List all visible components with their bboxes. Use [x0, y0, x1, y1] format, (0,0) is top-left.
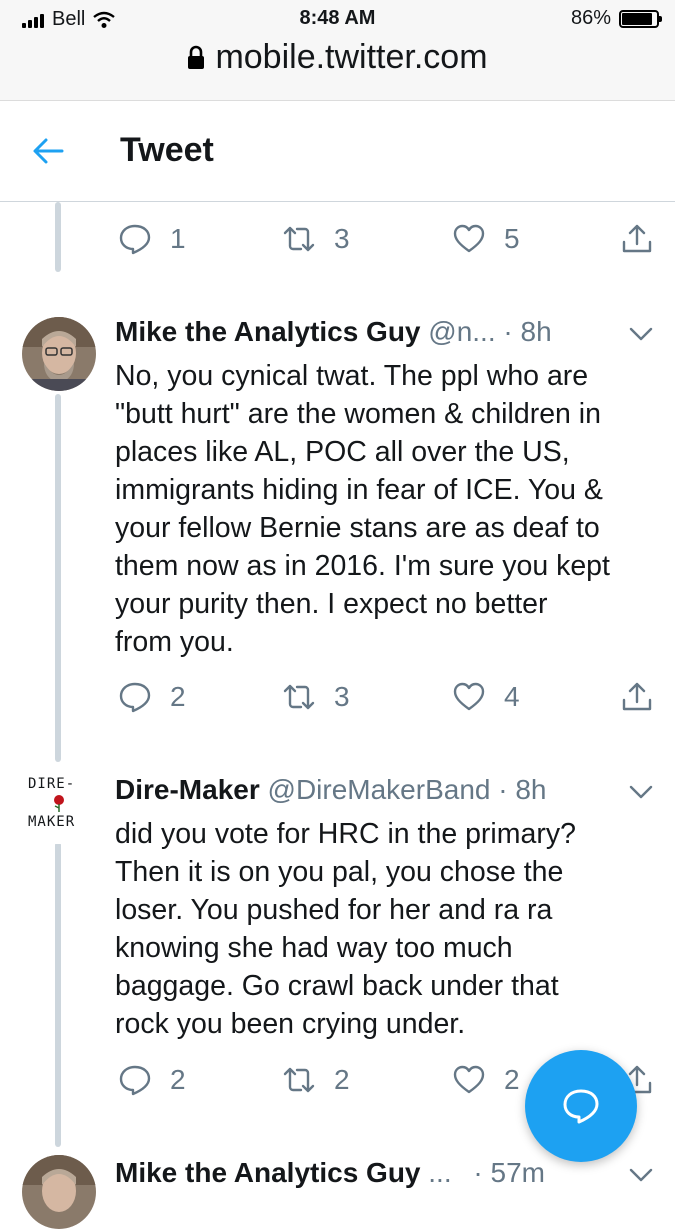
tweet-text-line: Then it is on you pal, you chose the [115, 856, 564, 888]
retweet-count: 2 [334, 1064, 350, 1095]
user-handle[interactable]: @DireMakerBand [268, 774, 491, 805]
comment-icon [119, 682, 151, 713]
heart-icon [453, 682, 485, 711]
status-bar: Bell 8:48 AM 86% mobile.twitter.com [0, 0, 675, 101]
reply-button[interactable]: 1 [118, 222, 186, 256]
tweet-text-line: your fellow Bernie stans are as deaf to [115, 512, 600, 544]
avatar[interactable]: DIRE- MAKER [22, 770, 96, 844]
tweet-text-line: did you vote for HRC in the primary? [115, 818, 576, 850]
rose-icon [54, 795, 64, 812]
tweet-time[interactable]: · 8h [503, 316, 551, 347]
reply-count: 2 [170, 1064, 186, 1095]
display-name[interactable]: Mike the Analytics Guy [115, 1157, 421, 1188]
retweet-count: 3 [334, 223, 350, 254]
thread-line [55, 202, 61, 272]
url-bar[interactable]: mobile.twitter.com [0, 38, 675, 77]
tweet-text-line: from you. [115, 626, 234, 658]
chevron-down-icon[interactable] [629, 327, 653, 341]
tweet-header: Dire-Maker @DireMakerBand · 8h [115, 774, 665, 806]
tweet-text-line: them now as in 2016. I'm sure you kept [115, 550, 610, 582]
compose-reply-icon [563, 1089, 599, 1124]
avatar[interactable] [22, 317, 96, 391]
tweet-text-line: No, you cynical twat. The ppl who are [115, 360, 589, 392]
share-icon [622, 682, 652, 711]
tweet-text-line: your purity then. I expect no better [115, 588, 548, 620]
chevron-down-icon[interactable] [629, 1168, 653, 1182]
user-handle[interactable]: @n... [428, 316, 495, 347]
chevron-down-icon[interactable] [629, 785, 653, 799]
like-button[interactable]: 5 [452, 222, 520, 256]
battery-icon [619, 9, 662, 28]
like-count: 2 [504, 1064, 520, 1095]
comment-icon [119, 1065, 151, 1096]
tweet-text-line: rock you been crying under. [115, 1008, 466, 1040]
share-button[interactable] [620, 680, 654, 714]
retweet-button[interactable]: 2 [282, 1063, 350, 1097]
tweet-time[interactable]: · 57m [473, 1157, 545, 1188]
reply-count: 2 [170, 681, 186, 712]
tweet-text-line: baggage. Go crawl back under that [115, 970, 559, 1002]
heart-icon [453, 1065, 485, 1094]
reply-count: 1 [170, 223, 186, 254]
retweet-button[interactable]: 3 [282, 222, 350, 256]
tweet-text-line: knowing she had way too much [115, 932, 513, 964]
avatar[interactable] [22, 1155, 96, 1229]
retweet-icon [283, 1067, 315, 1093]
page-title: Tweet [120, 131, 214, 169]
battery-percent: 86% [570, 7, 611, 29]
reply-button[interactable]: 2 [118, 680, 186, 714]
like-button[interactable]: 4 [452, 680, 520, 714]
tweet-text: did you vote for HRC in the primary? The… [115, 815, 660, 1043]
retweet-button[interactable]: 3 [282, 680, 350, 714]
retweet-icon [283, 226, 315, 252]
retweet-count: 3 [334, 681, 350, 712]
display-name[interactable]: Dire-Maker [115, 774, 260, 805]
like-count: 4 [504, 681, 520, 712]
avatar-logo-top: DIRE- [28, 776, 76, 792]
profile-photo [22, 1155, 96, 1229]
arrow-left-icon[interactable] [30, 133, 66, 169]
page-header: Tweet [0, 101, 675, 202]
user-handle[interactable]: ... [428, 1157, 451, 1188]
tweet-header: Mike the Analytics Guy @n... · 8h [115, 316, 665, 348]
compose-reply-button[interactable] [525, 1050, 637, 1162]
comment-icon [119, 224, 151, 255]
tweet-time[interactable]: · 8h [498, 774, 546, 805]
lock-icon [188, 45, 205, 69]
reply-button[interactable]: 2 [118, 1063, 186, 1097]
retweet-icon [283, 684, 315, 710]
tweet-text-line: loser. You pushed for her and ra ra [115, 894, 553, 926]
share-button[interactable] [620, 222, 654, 256]
heart-icon [453, 224, 485, 253]
thread-line [55, 842, 61, 1147]
display-name[interactable]: Mike the Analytics Guy [115, 316, 421, 347]
avatar-logo-bottom: MAKER [28, 814, 76, 830]
like-button[interactable]: 2 [452, 1063, 520, 1097]
tweet-text: No, you cynical twat. The ppl who are "b… [115, 357, 660, 661]
tweet-text-line: immigrants hiding in fear of ICE. You & [115, 474, 603, 506]
share-icon [622, 224, 652, 253]
tweet-text-line: places like AL, POC all over the US, [115, 436, 570, 468]
tweet-text-line: "butt hurt" are the women & children in [115, 398, 601, 430]
thread-line [55, 394, 61, 762]
battery-group: 86% [570, 7, 662, 30]
like-count: 5 [504, 223, 520, 254]
profile-photo [22, 317, 96, 391]
url-text: mobile.twitter.com [215, 38, 488, 76]
